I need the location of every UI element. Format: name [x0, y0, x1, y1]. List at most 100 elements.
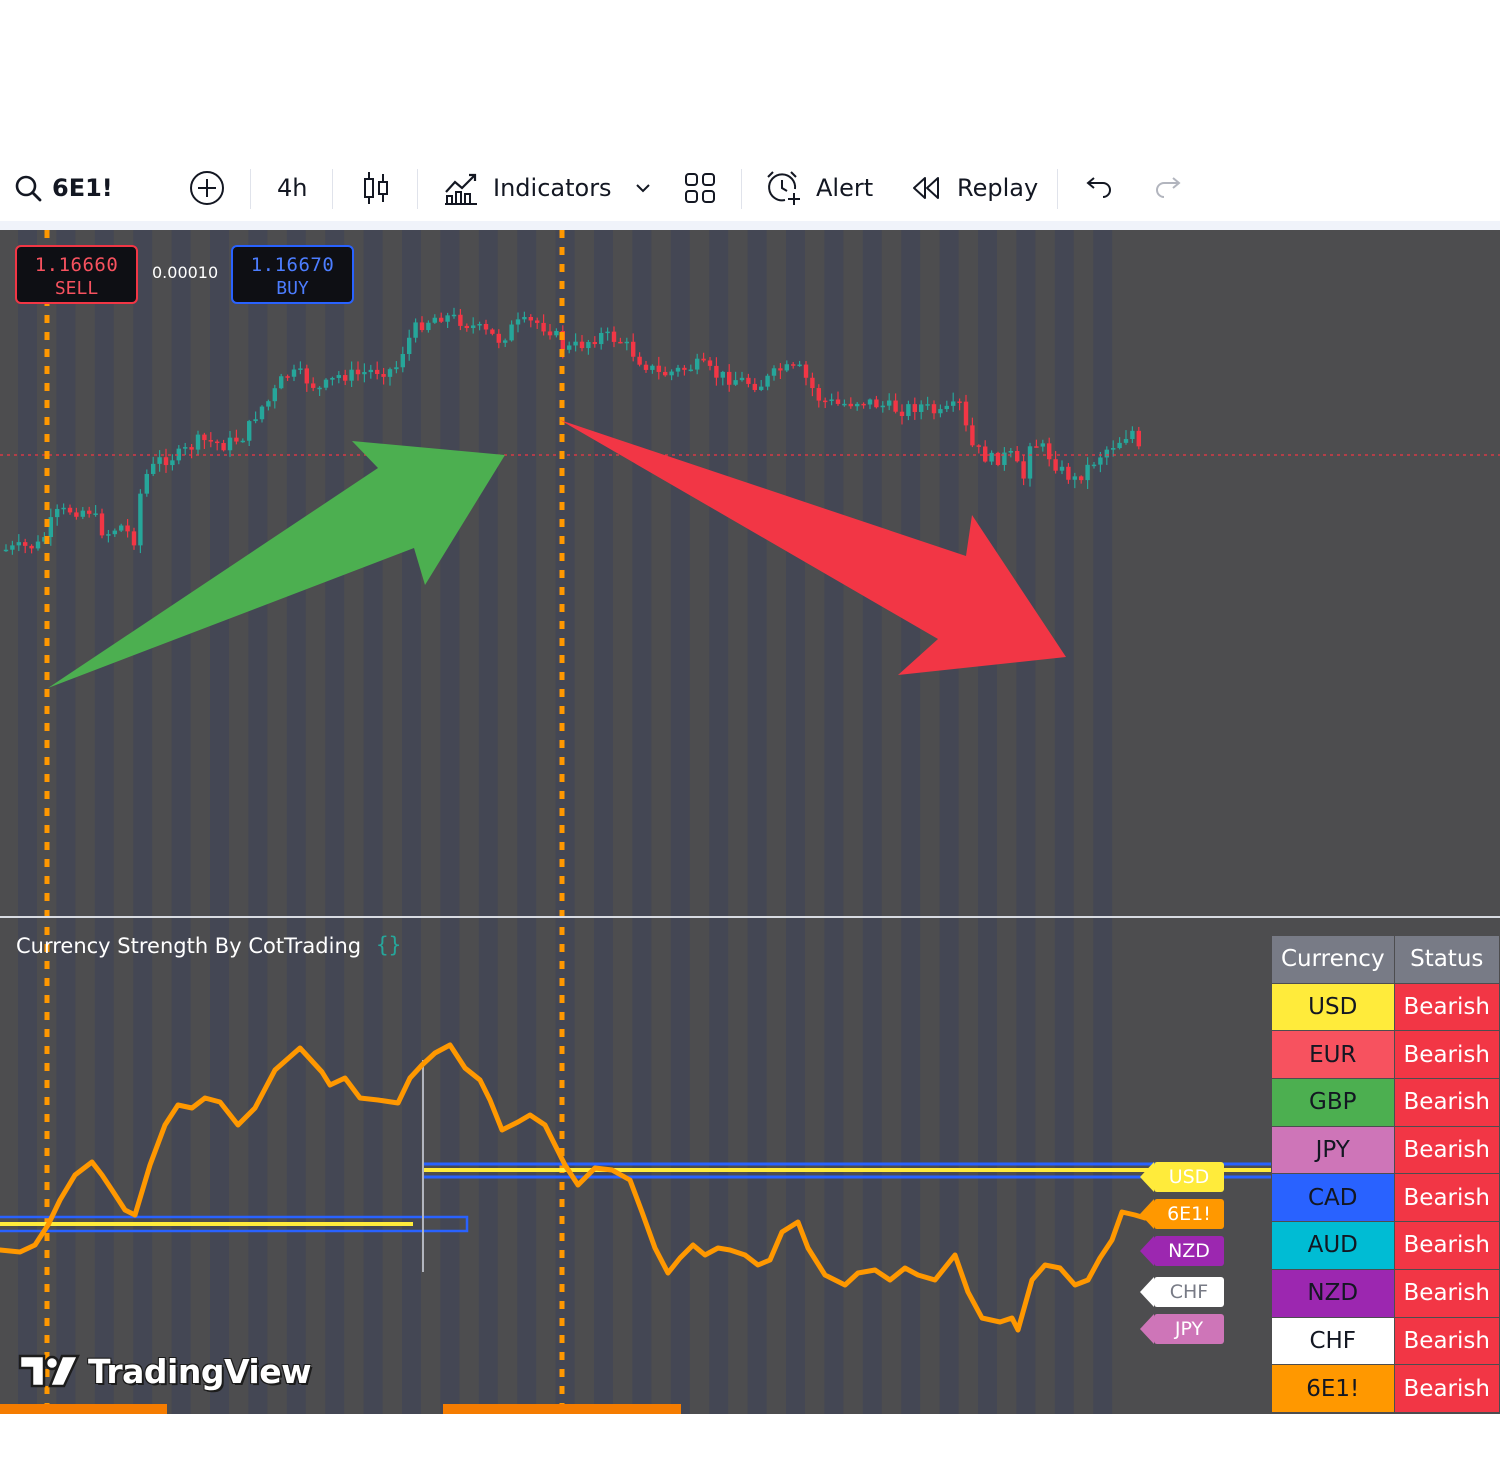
candle-body: [387, 369, 393, 377]
symbol-name: 6E1!: [52, 174, 113, 202]
candle-body: [733, 380, 738, 385]
candle-body: [375, 369, 380, 375]
candle-body: [317, 387, 322, 390]
candle-body: [1136, 430, 1141, 447]
candle-body: [119, 525, 124, 531]
buy-button[interactable]: 1.16670 BUY: [231, 245, 354, 304]
candle-body: [1066, 466, 1071, 480]
candle-body: [663, 371, 668, 376]
candle-body: [125, 525, 130, 532]
indicators-dropdown-button[interactable]: [634, 155, 652, 221]
tradingview-logo[interactable]: TradingView: [18, 1348, 312, 1394]
undo-button[interactable]: [1084, 155, 1114, 221]
candle-body: [336, 375, 341, 378]
candle-body: [759, 386, 764, 390]
currency-cell: CAD: [1271, 1173, 1395, 1223]
candle-body: [451, 314, 457, 317]
candle-body: [1047, 443, 1052, 460]
replay-button[interactable]: Replay: [910, 155, 1038, 221]
candle-body: [810, 377, 815, 389]
candle-body: [906, 404, 911, 417]
status-cell: Bearish: [1393, 1364, 1500, 1413]
chart-canvas[interactable]: 1.16660 SELL 0.00010 1.16670 BUY Currenc…: [0, 230, 1500, 1414]
currency-status-table: Currency Status USD Bearish EUR Bearish GBP B…: [1271, 935, 1500, 1413]
alert-button[interactable]: Alert: [765, 155, 873, 221]
indicator-source-icon[interactable]: {}: [376, 933, 401, 957]
candle-body: [752, 383, 757, 390]
toolbar-separator: [332, 169, 333, 209]
redo-button[interactable]: [1153, 155, 1183, 221]
candle-body: [170, 460, 175, 466]
buy-label: BUY: [276, 278, 309, 299]
candle-body: [266, 401, 271, 407]
candle-body: [899, 411, 905, 417]
candle-body: [80, 510, 85, 517]
candle-body: [323, 379, 329, 388]
line-label-6e1: 6E1!: [1140, 1199, 1224, 1229]
candle-body: [1040, 443, 1045, 447]
candle-body: [106, 534, 111, 536]
candle-body: [381, 374, 386, 377]
status-cell: Bearish: [1393, 1030, 1500, 1080]
candle-body: [1059, 466, 1065, 471]
indicators-button[interactable]: Indicators: [443, 155, 612, 221]
currency-cell: 6E1!: [1271, 1364, 1395, 1413]
toolbar-separator: [741, 169, 742, 209]
currency-cell: JPY: [1271, 1125, 1395, 1175]
status-cell: Bearish: [1393, 1078, 1500, 1127]
redo-icon: [1156, 177, 1181, 198]
table-row: NZD Bearish: [1271, 1268, 1500, 1318]
currency-cell: GBP: [1271, 1078, 1395, 1127]
chart-type-button[interactable]: [362, 155, 390, 221]
candle-body: [695, 358, 700, 370]
interval-button[interactable]: 4h: [277, 155, 307, 221]
candle-body: [458, 314, 463, 326]
status-cell: Bearish: [1393, 1173, 1500, 1223]
candle-body: [471, 325, 476, 329]
table-row: AUD Bearish: [1271, 1221, 1500, 1270]
candle-body: [407, 337, 412, 355]
toolbar-separator: [250, 169, 251, 209]
candle-body: [656, 365, 661, 372]
candle-body: [765, 375, 770, 387]
sell-label: SELL: [54, 278, 99, 299]
candle-body: [227, 437, 233, 451]
alarm-clock-plus-icon: [767, 171, 800, 205]
indicator-title[interactable]: Currency Strength By CotTrading: [16, 934, 361, 958]
compare-symbol-button[interactable]: [188, 155, 226, 221]
candle-body: [291, 369, 297, 377]
grid-layout-icon: [685, 173, 715, 203]
candle-body: [611, 331, 617, 342]
candle-body: [163, 457, 169, 466]
candle-body: [682, 367, 687, 370]
candle-body: [35, 541, 41, 549]
candle-body: [791, 364, 796, 366]
pane-divider[interactable]: [0, 916, 1500, 918]
candle-body: [867, 399, 873, 405]
candle-body: [349, 369, 354, 381]
candle-body: [285, 376, 290, 378]
table-row: CHF Bearish: [1271, 1316, 1500, 1366]
toolbar-separator: [417, 169, 418, 209]
status-cell: Bearish: [1393, 1316, 1500, 1366]
up-arrow-drawing[interactable]: [48, 441, 505, 688]
candle-body: [234, 437, 239, 442]
candle-body: [368, 369, 373, 373]
candle-body: [394, 367, 399, 370]
line-label-jpy: JPY: [1140, 1314, 1224, 1344]
session-range-bar: [0, 1404, 167, 1414]
candle-body: [727, 371, 732, 385]
candle-body: [599, 332, 604, 345]
candle-body: [874, 399, 879, 408]
candle-body: [675, 367, 681, 372]
currency-column-header: Currency: [1271, 935, 1395, 984]
candle-body: [970, 425, 975, 446]
sell-button[interactable]: 1.16660 SELL: [15, 245, 138, 304]
candle-body: [515, 319, 521, 325]
candle-body: [855, 403, 860, 407]
table-row: JPY Bearish: [1271, 1125, 1500, 1175]
layout-button[interactable]: [684, 155, 716, 221]
candle-body: [880, 405, 885, 408]
symbol-search[interactable]: 6E1!: [14, 155, 113, 221]
line-label-usd: USD: [1140, 1162, 1224, 1192]
